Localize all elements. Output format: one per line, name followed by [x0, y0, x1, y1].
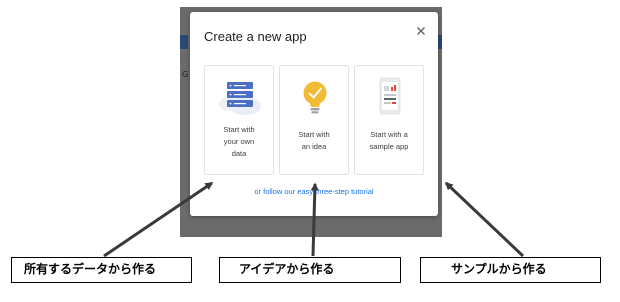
caption-own-data: 所有するデータから作る — [11, 257, 192, 283]
caption-idea: アイデアから作る — [219, 257, 401, 283]
arrow-to-sample — [444, 181, 525, 258]
arrow-to-own-data — [103, 181, 214, 258]
arrow-to-idea — [310, 182, 319, 257]
caption-sample: サンプルから作る — [420, 257, 601, 283]
